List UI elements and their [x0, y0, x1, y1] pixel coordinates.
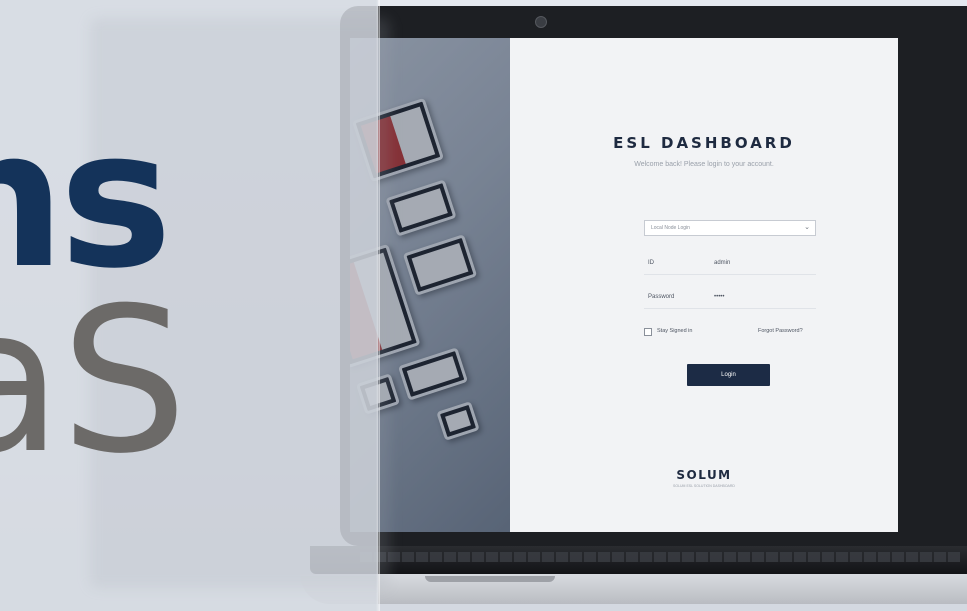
stay-signed-in-checkbox[interactable] [644, 328, 652, 336]
id-input[interactable]: admin [714, 260, 730, 266]
login-button[interactable]: Login [687, 364, 770, 386]
solum-tagline: SOLUM ESL SOLUTION DASHBOARD [673, 484, 735, 488]
laptop-screen: ESL DASHBOARD Welcome back! Please login… [350, 38, 898, 532]
id-label: ID [648, 260, 654, 266]
login-panel: ESL DASHBOARD Welcome back! Please login… [510, 38, 898, 532]
scene: ESL DASHBOARD Welcome back! Please login… [0, 0, 967, 611]
login-type-value: Local Node Login [651, 225, 690, 231]
password-field[interactable]: Password ••••• [644, 290, 816, 309]
chevron-down-icon: ⌄ [804, 224, 810, 231]
frosted-overlay-panel: ns aS [0, 0, 390, 611]
overlay-edge [376, 0, 380, 611]
password-input[interactable]: ••••• [714, 294, 725, 300]
welcome-subtitle: Welcome back! Please login to your accou… [634, 161, 774, 168]
page-title: ESL DASHBOARD [613, 134, 795, 152]
forgot-password-link[interactable]: Forgot Password? [758, 328, 803, 334]
keyboard-keys [360, 552, 960, 562]
laptop-base [300, 574, 967, 604]
solum-logo: SOLUM [676, 468, 732, 482]
laptop: ESL DASHBOARD Welcome back! Please login… [300, 0, 967, 611]
laptop-notch [425, 576, 555, 582]
id-field[interactable]: ID admin [644, 256, 816, 275]
camera-icon [535, 16, 547, 28]
login-type-select[interactable]: Local Node Login ⌄ [644, 220, 816, 236]
password-label: Password [648, 294, 675, 300]
overlay-headline-line2: aS [0, 265, 188, 498]
stay-signed-in-label: Stay Signed in [657, 328, 693, 334]
